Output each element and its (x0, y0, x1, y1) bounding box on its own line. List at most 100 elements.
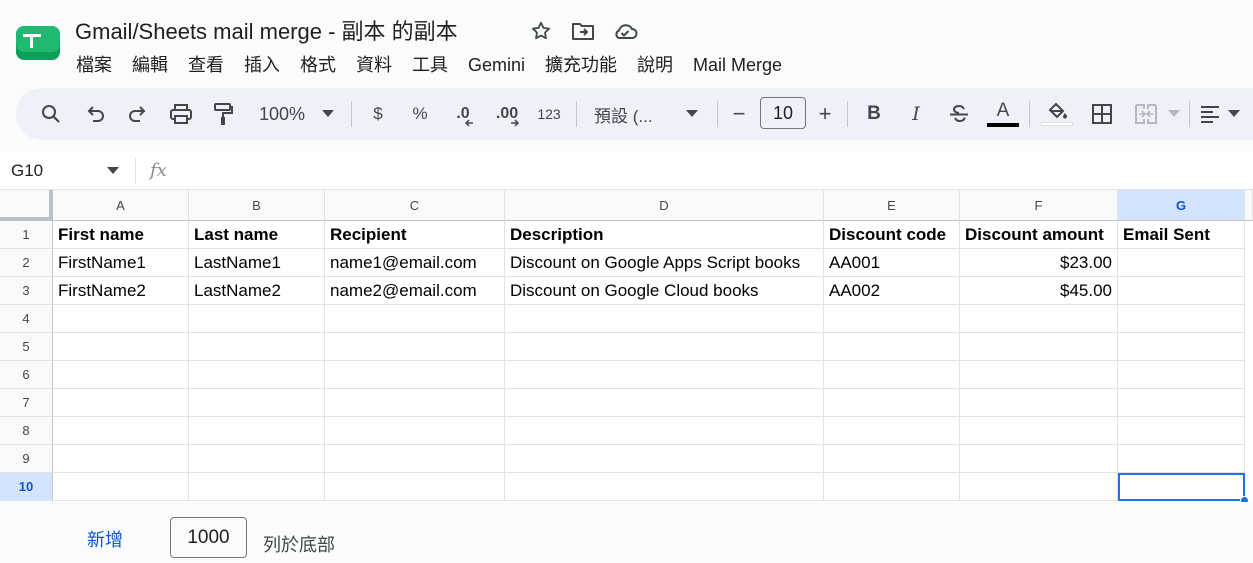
row-header-6[interactable]: 6 (0, 361, 53, 389)
column-header-a[interactable]: A (53, 190, 189, 221)
cell-e5[interactable] (824, 333, 960, 361)
increase-decimal-button[interactable]: .00 (490, 98, 524, 130)
cell-g6[interactable] (1118, 361, 1245, 389)
cell-f7[interactable] (960, 389, 1118, 417)
cell-a10[interactable] (53, 473, 189, 501)
cell-c2[interactable]: name1@email.com (325, 249, 505, 277)
merge-dropdown-icon[interactable] (1166, 98, 1182, 130)
menu-item[interactable]: 說明 (627, 52, 683, 78)
cell-e10[interactable] (824, 473, 960, 501)
increase-font-size-button[interactable]: + (813, 98, 837, 130)
cell-b6[interactable] (189, 361, 325, 389)
row-header-8[interactable]: 8 (0, 417, 53, 445)
column-header-g[interactable]: G (1118, 190, 1245, 221)
font-dropdown-icon[interactable] (683, 98, 701, 130)
cell-c5[interactable] (325, 333, 505, 361)
cell-d2[interactable]: Discount on Google Apps Script books (505, 249, 824, 277)
align-dropdown-icon[interactable] (1226, 98, 1242, 130)
cloud-saved-icon[interactable] (612, 18, 638, 44)
cell-f8[interactable] (960, 417, 1118, 445)
name-box-dropdown-icon[interactable] (107, 167, 119, 174)
cell-e2[interactable]: AA001 (824, 249, 960, 277)
cell-g4[interactable] (1118, 305, 1245, 333)
cell-c8[interactable] (325, 417, 505, 445)
menu-item[interactable]: 格式 (290, 52, 346, 78)
row-header-4[interactable]: 4 (0, 305, 53, 333)
column-header-e[interactable]: E (824, 190, 960, 221)
cell-f2[interactable]: $23.00 (960, 249, 1118, 277)
menu-item[interactable]: 插入 (234, 52, 290, 78)
document-title[interactable]: Gmail/Sheets mail merge - 副本 的副本 (75, 14, 458, 46)
cell-e6[interactable] (824, 361, 960, 389)
row-header-1[interactable]: 1 (0, 221, 53, 249)
cell-e4[interactable] (824, 305, 960, 333)
row-header-5[interactable]: 5 (0, 333, 53, 361)
cell-e9[interactable] (824, 445, 960, 473)
cell-g2[interactable] (1118, 249, 1245, 277)
cell-e8[interactable] (824, 417, 960, 445)
menu-item[interactable]: 工具 (402, 52, 458, 78)
cell-e7[interactable] (824, 389, 960, 417)
cell-g1[interactable]: Email Sent (1118, 221, 1245, 249)
cell-f5[interactable] (960, 333, 1118, 361)
borders-icon[interactable] (1087, 98, 1117, 130)
cell-a2[interactable]: FirstName1 (53, 249, 189, 277)
add-rows-button[interactable]: 新增 (87, 526, 123, 552)
cell-a5[interactable] (53, 333, 189, 361)
cell-d10[interactable] (505, 473, 824, 501)
cell-f6[interactable] (960, 361, 1118, 389)
cell-c7[interactable] (325, 389, 505, 417)
paint-format-icon[interactable] (208, 98, 238, 130)
cell-f10[interactable] (960, 473, 1118, 501)
column-header-b[interactable]: B (189, 190, 325, 221)
cell-f4[interactable] (960, 305, 1118, 333)
row-header-7[interactable]: 7 (0, 389, 53, 417)
menu-item[interactable]: 檔案 (66, 52, 122, 78)
bold-button[interactable]: B (862, 98, 886, 130)
fill-color-icon[interactable] (1040, 98, 1074, 130)
cell-a1[interactable]: First name (53, 221, 189, 249)
print-icon[interactable] (166, 98, 196, 130)
rows-count-input[interactable]: 1000 (170, 517, 247, 558)
menu-item[interactable]: 查看 (178, 52, 234, 78)
sheets-logo-icon[interactable] (16, 26, 60, 60)
cell-d8[interactable] (505, 417, 824, 445)
menu-item[interactable]: 編輯 (122, 52, 178, 78)
cell-a6[interactable] (53, 361, 189, 389)
cell-d4[interactable] (505, 305, 824, 333)
cell-b4[interactable] (189, 305, 325, 333)
cell-a7[interactable] (53, 389, 189, 417)
cell-b3[interactable]: LastName2 (189, 277, 325, 305)
decrease-decimal-button[interactable]: .0 (448, 98, 478, 130)
strikethrough-icon[interactable] (946, 98, 972, 130)
cell-b2[interactable]: LastName1 (189, 249, 325, 277)
cell-f3[interactable]: $45.00 (960, 277, 1118, 305)
cell-b5[interactable] (189, 333, 325, 361)
cell-c9[interactable] (325, 445, 505, 473)
zoom-dropdown-icon[interactable] (319, 98, 337, 130)
active-cell-g10[interactable] (1118, 473, 1245, 501)
cell-d9[interactable] (505, 445, 824, 473)
cell-c1[interactable]: Recipient (325, 221, 505, 249)
column-header-f[interactable]: F (960, 190, 1118, 221)
undo-icon[interactable] (80, 98, 110, 130)
text-color-button[interactable]: A (986, 98, 1020, 130)
font-size-input[interactable]: 10 (760, 97, 806, 129)
cell-d3[interactable]: Discount on Google Cloud books (505, 277, 824, 305)
cell-f9[interactable] (960, 445, 1118, 473)
select-all-corner[interactable] (0, 190, 53, 221)
percent-format-button[interactable]: % (408, 98, 432, 130)
cell-b10[interactable] (189, 473, 325, 501)
cell-b1[interactable]: Last name (189, 221, 325, 249)
horizontal-align-icon[interactable] (1197, 98, 1223, 130)
merge-cells-icon[interactable] (1131, 98, 1161, 130)
row-header-9[interactable]: 9 (0, 445, 53, 473)
cell-c6[interactable] (325, 361, 505, 389)
name-box[interactable]: G10 (11, 161, 43, 181)
row-header-2[interactable]: 2 (0, 249, 53, 277)
cell-c10[interactable] (325, 473, 505, 501)
cell-a8[interactable] (53, 417, 189, 445)
column-header-c[interactable]: C (325, 190, 505, 221)
menu-item[interactable]: 擴充功能 (535, 52, 627, 78)
star-icon[interactable] (528, 18, 554, 44)
